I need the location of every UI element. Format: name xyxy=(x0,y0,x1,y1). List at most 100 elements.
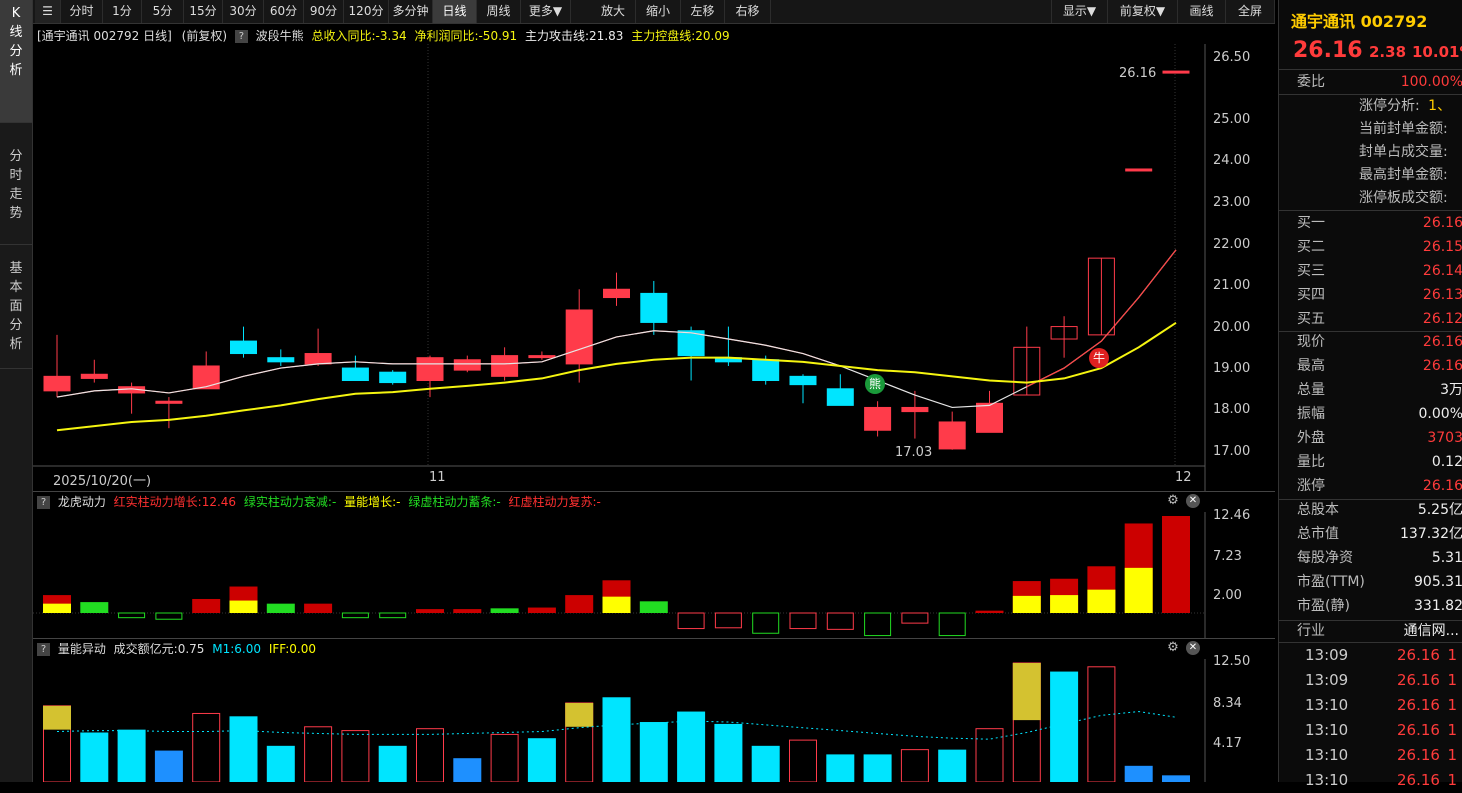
volume-bar xyxy=(826,754,855,782)
fund-3-label: 市盈(TTM) xyxy=(1297,574,1365,590)
bid-5-value: 26.12 xyxy=(1422,311,1462,327)
candle-body xyxy=(1125,168,1153,172)
draw-button[interactable]: 画线 xyxy=(1178,0,1226,23)
stat-1-value: 26.16 xyxy=(1422,358,1462,374)
industry-label: 行业 xyxy=(1297,623,1325,639)
power-bar xyxy=(975,610,1004,613)
bid-2-value: 26.15 xyxy=(1422,239,1462,255)
power-bar-hollow xyxy=(677,612,705,630)
volume-bar xyxy=(751,745,780,782)
volume-bar xyxy=(677,711,706,782)
limit-row: 封单占成交量: xyxy=(1359,144,1448,160)
power-bar xyxy=(1162,516,1190,613)
candle-body xyxy=(565,309,593,365)
fullscreen-button[interactable]: 全屏 xyxy=(1226,0,1275,23)
volume-bar xyxy=(863,754,892,782)
industry-value: 通信网... xyxy=(1403,623,1459,639)
chart-area: [通宇通讯 002792 日线] (前复权) ? 波段牛熊 总收入同比:-3.3… xyxy=(33,24,1275,782)
bid-1-value: 26.16 xyxy=(1422,215,1462,231)
volume-bar xyxy=(266,745,295,782)
weibi-row: 委比 100.00% xyxy=(1279,70,1462,94)
volume-bar xyxy=(1162,775,1190,782)
toolbar: ☰ 分时 1分 5分 15分 30分 60分 90分 120分 多分钟 日线 周… xyxy=(33,0,1275,24)
display-dropdown[interactable]: 显示▼ xyxy=(1051,0,1108,23)
tick-time: 13:10 xyxy=(1305,771,1349,789)
help-icon[interactable]: ? xyxy=(37,643,50,656)
period-120min[interactable]: 120分 xyxy=(344,0,389,23)
power-bar-hollow xyxy=(752,612,780,634)
period-weekly[interactable]: 周线 xyxy=(477,0,521,23)
bid-2-row: 买二 26.15 xyxy=(1279,235,1462,259)
period-90min[interactable]: 90分 xyxy=(304,0,344,23)
period-60min[interactable]: 60分 xyxy=(264,0,304,23)
stat-2-row: 总量 3万 xyxy=(1279,378,1462,402)
power-bar-yellow xyxy=(602,596,631,613)
candle-body xyxy=(453,359,481,371)
bid-5-label: 买五 xyxy=(1297,311,1325,327)
panel2-close-icon[interactable]: ✕ xyxy=(1186,494,1200,508)
menu-button[interactable]: ☰ xyxy=(35,0,61,23)
period-30min[interactable]: 30分 xyxy=(223,0,264,23)
power-bar xyxy=(565,595,594,613)
volume-bar-hollow xyxy=(789,739,817,782)
candle-body xyxy=(640,292,668,323)
volume-bar-highlight xyxy=(1012,663,1041,721)
stat-0-row: 现价 26.16 xyxy=(1279,330,1462,354)
date-tick: 2025/10/20(一) xyxy=(53,474,152,489)
tick-price: 26.16 xyxy=(1397,646,1440,664)
stat-0-value: 26.16 xyxy=(1422,334,1462,350)
candle-body xyxy=(826,388,854,406)
kline-chart[interactable] xyxy=(33,24,1275,782)
bid-4-value: 26.13 xyxy=(1422,287,1462,303)
trade-tick-row: 13:09 26.16 1 xyxy=(1279,668,1462,693)
bid-4-label: 买四 xyxy=(1297,287,1325,303)
tick-price: 26.16 xyxy=(1397,671,1440,689)
zoom-out-button[interactable]: 缩小 xyxy=(636,0,681,23)
panel3-turnover: 成交额亿元:0.75 xyxy=(113,642,205,656)
period-more[interactable]: 更多▼ xyxy=(521,0,571,23)
candle-body xyxy=(80,373,108,379)
volume-bar-highlight xyxy=(565,702,594,727)
power-bar-hollow xyxy=(864,612,892,637)
tick-time: 13:09 xyxy=(1305,646,1349,664)
price-change: 2.38 xyxy=(1369,43,1407,61)
tab-intraday[interactable]: 分 时 走 势 xyxy=(0,123,32,245)
period-multi-min[interactable]: 多分钟 xyxy=(389,0,433,23)
period-15min[interactable]: 15分 xyxy=(184,0,223,23)
power-bar-hollow xyxy=(938,612,966,637)
tab-kline-analysis[interactable]: K 线 分 析 xyxy=(0,0,32,123)
bear-signal-badge[interactable]: 熊 xyxy=(865,374,885,394)
candle-body xyxy=(379,371,407,384)
panel2-name: 龙虎动力 xyxy=(57,495,106,509)
period-5min[interactable]: 5分 xyxy=(142,0,184,23)
power-bar xyxy=(192,598,221,613)
tab-fundamental[interactable]: 基 本 面 分 析 xyxy=(0,245,32,369)
bid-5-row: 买五 26.12 xyxy=(1279,307,1462,331)
bid-2-label: 买二 xyxy=(1297,239,1325,255)
panel3-m1: M1:6.00 xyxy=(212,642,262,656)
candle-body xyxy=(267,357,295,363)
panel3-settings-gear-icon[interactable]: ⚙ xyxy=(1166,641,1180,655)
adjust-dropdown[interactable]: 前复权▼ xyxy=(1108,0,1178,23)
candle-body xyxy=(155,400,183,404)
zoom-in-button[interactable]: 放大 xyxy=(591,0,636,23)
tick-time: 13:10 xyxy=(1305,746,1349,764)
bid-3-row: 买三 26.14 xyxy=(1279,259,1462,283)
volume-bar xyxy=(938,749,967,782)
period-daily[interactable]: 日线 xyxy=(433,0,477,23)
volume-bar-hollow xyxy=(304,726,333,782)
stat-5-value: 0.12 xyxy=(1431,454,1462,470)
panel2-red-solid: 红实柱动力增长:12.46 xyxy=(113,495,237,509)
candle-body xyxy=(304,353,332,365)
industry-row[interactable]: 行业 通信网... xyxy=(1279,619,1462,643)
volume-bar xyxy=(80,732,109,782)
help-icon[interactable]: ? xyxy=(37,496,50,509)
panel3-close-icon[interactable]: ✕ xyxy=(1186,641,1200,655)
move-left-button[interactable]: 左移 xyxy=(681,0,725,23)
period-1min[interactable]: 1分 xyxy=(103,0,142,23)
period-minute-chart[interactable]: 分时 xyxy=(61,0,103,23)
panel3-iff: IFF:0.00 xyxy=(268,642,317,656)
bull-signal-badge[interactable]: 牛 xyxy=(1089,348,1109,368)
move-right-button[interactable]: 右移 xyxy=(725,0,771,23)
panel2-settings-gear-icon[interactable]: ⚙ xyxy=(1166,494,1180,508)
